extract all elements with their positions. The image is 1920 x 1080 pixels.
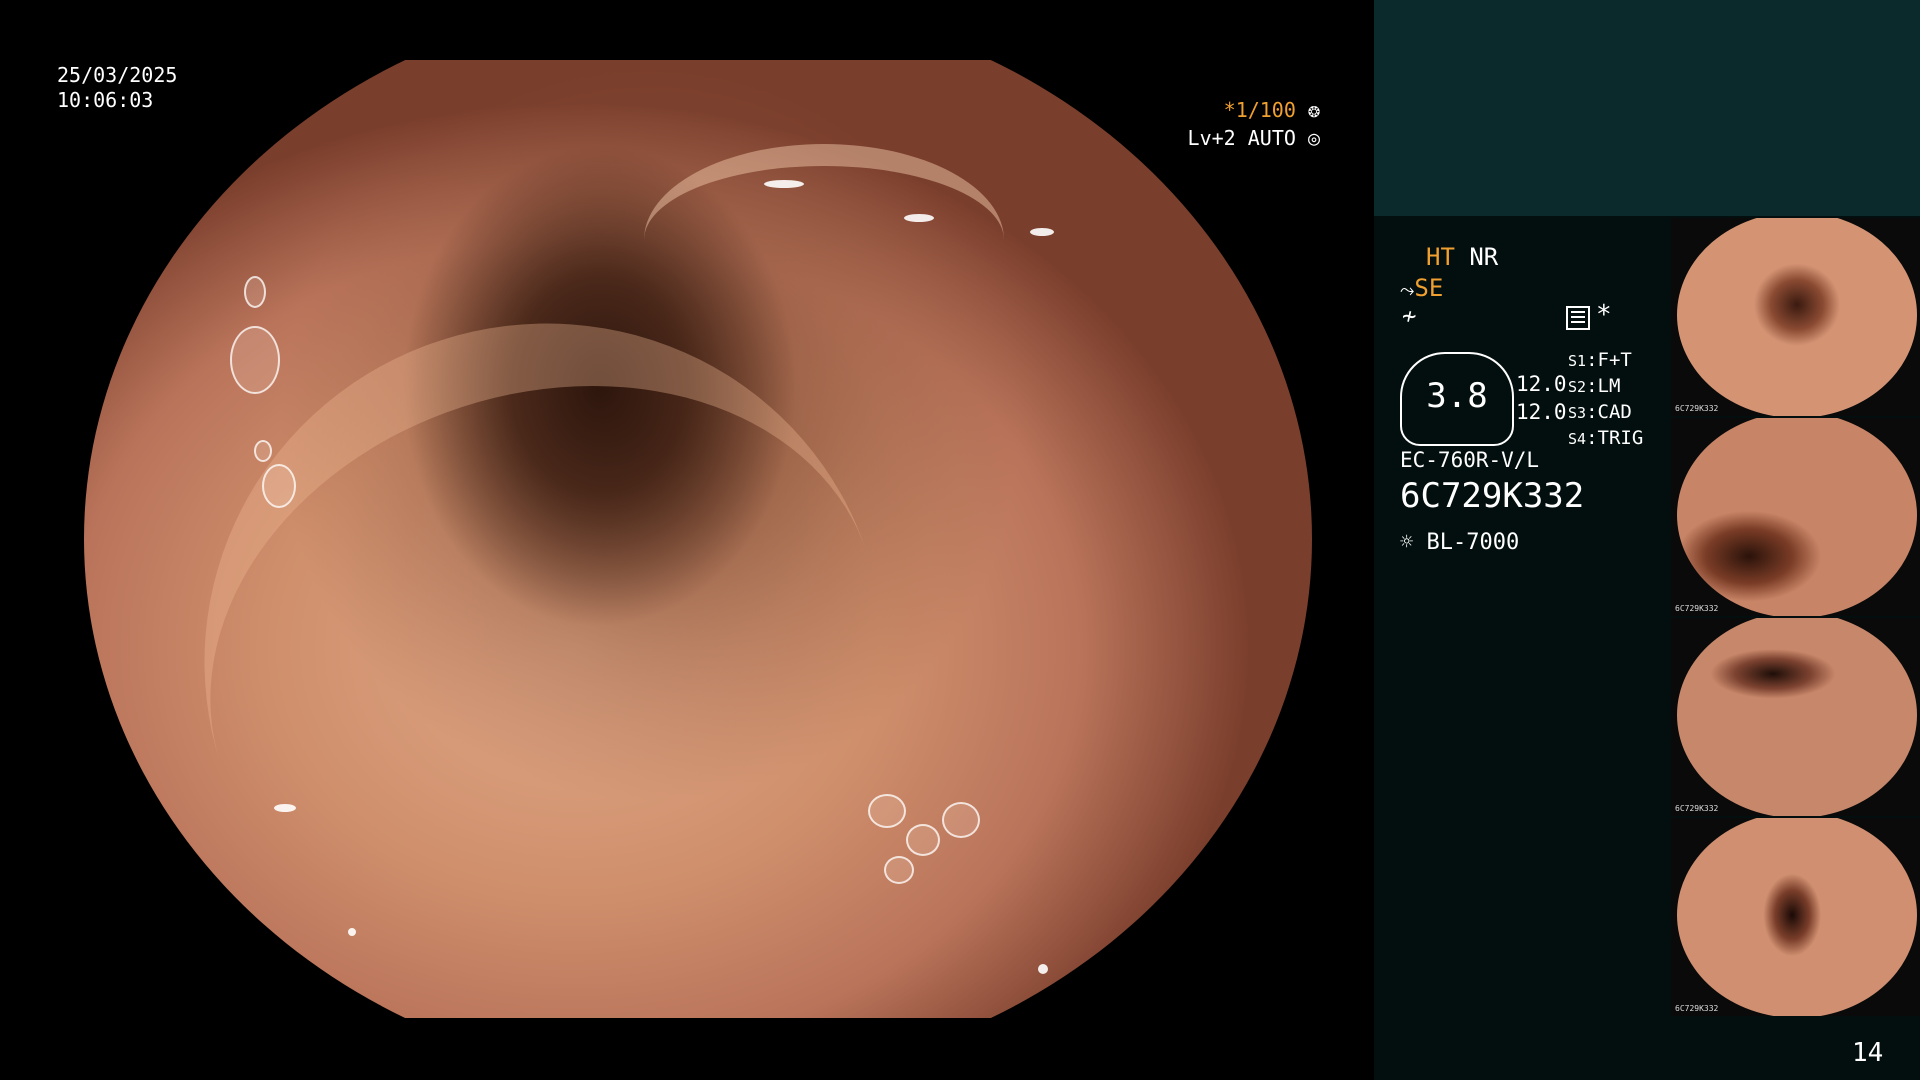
image-enhance-status: HT NR — [1426, 243, 1498, 271]
shutter-star: * — [1223, 98, 1236, 122]
shutter-value: 1/100 — [1235, 98, 1296, 122]
panel-header-area — [1374, 0, 1920, 216]
zoom-gauge: 3.8 — [1400, 352, 1514, 446]
bubble — [254, 440, 272, 462]
light-reflection — [764, 180, 804, 188]
gauge-value: 3.8 — [1426, 376, 1488, 416]
bubble — [262, 464, 296, 508]
time: 10:06:03 — [57, 88, 154, 112]
scope-serial: 6C729K332 — [1400, 476, 1585, 516]
bubble — [230, 326, 280, 394]
gauge-numbers: 12.0 12.0 — [1516, 370, 1567, 426]
light-reflection — [904, 214, 934, 222]
se-label: SE — [1414, 274, 1444, 302]
date: 25/03/2025 — [57, 63, 178, 87]
bubble — [868, 794, 906, 828]
shutter-speed: *1/100 ❂ — [1180, 98, 1320, 123]
page-number: 14 — [1852, 1038, 1884, 1068]
thumbnail[interactable]: 6C729K332 — [1671, 818, 1920, 1016]
nr-label: NR — [1469, 243, 1499, 271]
light-source-label: BL-7000 — [1426, 530, 1520, 555]
gauge-number: 12.0 — [1516, 400, 1567, 424]
brightness-level: Lv+2 AUTO ◎ — [1180, 126, 1320, 151]
ht-label: HT — [1426, 243, 1455, 271]
light-reflection — [1038, 964, 1048, 974]
mucosal-fold-upper — [644, 144, 1004, 336]
view-mask-bottom — [0, 1018, 1374, 1080]
thumbnail[interactable]: 6C729K332 — [1671, 418, 1920, 616]
switch-item: S4:TRIG — [1568, 427, 1644, 449]
bubble — [942, 802, 980, 838]
asterisk-mark: * — [1596, 300, 1612, 330]
thumbnail-caption: 6C729K332 — [1675, 404, 1719, 413]
switch-item: S2:LM — [1568, 375, 1621, 397]
menu-icon — [1566, 306, 1590, 330]
bubble — [244, 276, 266, 308]
gauge-number: 12.0 — [1516, 372, 1567, 396]
thumbnail[interactable]: 6C729K332 — [1671, 218, 1920, 416]
switch-item: S3:CAD — [1568, 401, 1632, 423]
endoscope-view: 25/03/2025 10:06:03 *1/100 ❂ Lv+2 AUTO ◎ — [0, 0, 1374, 1080]
thumbnail[interactable]: 6C729K332 — [1671, 618, 1920, 816]
f-function-icon: ≁ — [1402, 302, 1417, 330]
switch-list: S1:F+T S2:LM S3:CAD S4:TRIG — [1568, 348, 1643, 452]
endoscope-image — [84, 0, 1312, 1080]
light-reflection — [1030, 228, 1054, 236]
light-reflection — [274, 804, 296, 812]
scope-model: EC-760R-V/L — [1400, 448, 1540, 472]
scope-icon: ⤳ — [1400, 280, 1415, 301]
level-value: Lv+2 AUTO — [1187, 126, 1296, 150]
datetime: 25/03/2025 10:06:03 — [57, 63, 177, 113]
se-status: ⤳SE — [1400, 274, 1443, 302]
switch-item: S1:F+T — [1568, 349, 1632, 371]
thumbnail-strip: 6C729K332 6C729K332 6C729K332 6C729K332 — [1671, 218, 1920, 1018]
aperture-icon: ❂ — [1307, 98, 1320, 122]
thumbnail-caption: 6C729K332 — [1675, 1004, 1719, 1013]
bubble — [884, 856, 914, 884]
bubble — [906, 824, 940, 856]
view-mask-top — [0, 0, 1374, 60]
thumbnail-caption: 6C729K332 — [1675, 604, 1719, 613]
thumbnail-caption: 6C729K332 — [1675, 804, 1719, 813]
lightbulb-icon: ☼ — [1400, 530, 1414, 555]
light-source: ☼ BL-7000 — [1400, 530, 1519, 555]
light-reflection — [348, 928, 356, 936]
iris-icon: ◎ — [1307, 126, 1320, 150]
